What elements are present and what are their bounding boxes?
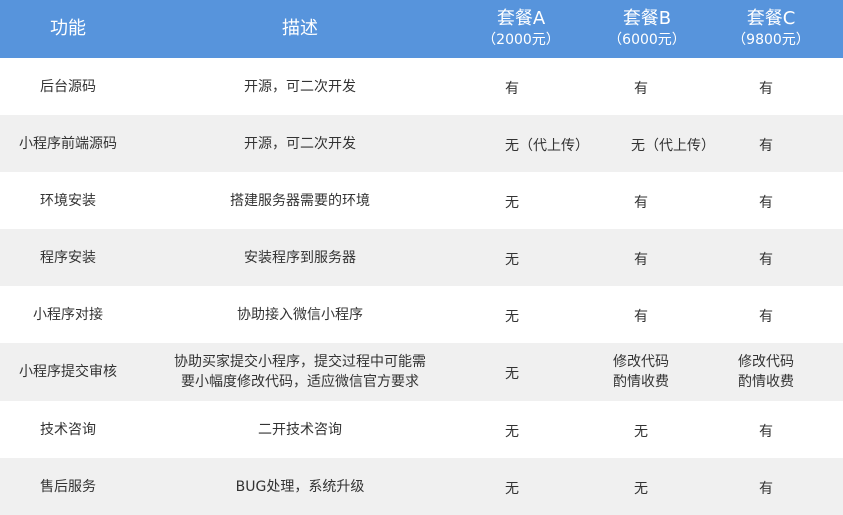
package-b-cell: 有 bbox=[586, 172, 696, 229]
package-a-cell-text: 无（代上传） bbox=[505, 137, 589, 154]
description-cell-text: 开源，可二次开发 bbox=[244, 135, 356, 152]
package-c-cell: 修改代码 酌情收费 bbox=[711, 343, 821, 401]
package-b-price: （6000元） bbox=[608, 32, 686, 48]
description-cell: 安装程序到服务器 bbox=[136, 229, 464, 286]
table-row: 后台源码 开源，可二次开发 有 有 有 bbox=[0, 58, 843, 115]
package-c-cell-text: 修改代码 bbox=[738, 354, 794, 370]
table-row: 程序安装 安装程序到服务器 无 有 有 bbox=[0, 229, 843, 286]
description-cell: 开源，可二次开发 bbox=[136, 115, 464, 172]
package-a-cell-text: 无 bbox=[505, 480, 519, 497]
feature-cell-text: 程序安装 bbox=[40, 249, 96, 266]
package-c-name: 套餐C bbox=[746, 8, 796, 29]
feature-cell: 程序安装 bbox=[0, 229, 136, 286]
package-c-cell-text: 有 bbox=[759, 80, 773, 97]
description-cell-text: 二开技术咨询 bbox=[258, 421, 342, 438]
package-b-cell: 有 bbox=[586, 229, 696, 286]
header-feature-label: 功能 bbox=[50, 18, 86, 39]
feature-cell: 小程序前端源码 bbox=[0, 115, 136, 172]
description-cell-text: 协助买家提交小程序，提交过程中可能需 bbox=[174, 354, 426, 370]
feature-cell-text: 技术咨询 bbox=[40, 421, 96, 438]
header-package-b: 套餐B （6000元） bbox=[590, 0, 704, 58]
feature-cell-text: 小程序提交审核 bbox=[19, 364, 117, 380]
pricing-table: 功能 描述 套餐A （2000元） 套餐B （6000元） 套餐C （9800元… bbox=[0, 0, 843, 515]
package-b-cell: 有 bbox=[586, 58, 696, 115]
description-cell: 二开技术咨询 bbox=[136, 401, 464, 458]
feature-cell-text: 后台源码 bbox=[40, 78, 96, 95]
description-cell-text: 安装程序到服务器 bbox=[244, 249, 356, 266]
description-cell-text: 开源，可二次开发 bbox=[244, 78, 356, 95]
package-a-cell: 无（代上传） bbox=[505, 115, 635, 172]
package-a-cell-text: 无 bbox=[505, 423, 519, 440]
package-b-cell-text: 有 bbox=[634, 80, 648, 97]
table-row: 小程序提交审核 协助买家提交小程序，提交过程中可能需 要小幅度修改代码，适应微信官方… bbox=[0, 343, 843, 401]
description-cell: 开源，可二次开发 bbox=[136, 58, 464, 115]
package-b-cell-text: 有 bbox=[634, 251, 648, 268]
package-b-cell: 有 bbox=[586, 286, 696, 343]
feature-cell: 小程序提交审核 bbox=[0, 343, 136, 401]
package-a-name: 套餐A bbox=[496, 8, 546, 29]
package-b-cell: 无 bbox=[586, 458, 696, 515]
description-cell-text: 要小幅度修改代码，适应微信官方要求 bbox=[181, 374, 419, 390]
table-row: 环境安装 搭建服务器需要的环境 无 有 有 bbox=[0, 172, 843, 229]
table-row: 小程序前端源码 开源，可二次开发 无（代上传） 无（代上传） 有 bbox=[0, 115, 843, 172]
description-cell: 协助买家提交小程序，提交过程中可能需 要小幅度修改代码，适应微信官方要求 bbox=[136, 343, 464, 401]
package-b-cell: 修改代码 酌情收费 bbox=[586, 343, 696, 401]
package-b-cell-text: 修改代码 bbox=[613, 354, 669, 370]
table-row: 小程序对接 协助接入微信小程序 无 有 有 bbox=[0, 286, 843, 343]
feature-cell-text: 售后服务 bbox=[40, 478, 96, 495]
description-cell: BUG处理，系统升级 bbox=[136, 458, 464, 515]
description-cell-text: 搭建服务器需要的环境 bbox=[230, 192, 370, 209]
package-c-cell: 有 bbox=[711, 172, 821, 229]
header-package-c: 套餐C （9800元） bbox=[714, 0, 828, 58]
package-c-cell-text: 有 bbox=[759, 194, 773, 211]
header-feature: 功能 bbox=[0, 0, 136, 58]
header-description: 描述 bbox=[136, 0, 464, 58]
package-a-cell-text: 有 bbox=[505, 80, 519, 97]
package-c-cell: 有 bbox=[711, 115, 821, 172]
package-b-cell-text: 无 bbox=[634, 480, 648, 497]
package-c-cell-text: 有 bbox=[759, 137, 773, 154]
table-header: 功能 描述 套餐A （2000元） 套餐B （6000元） 套餐C （9800元… bbox=[0, 0, 843, 58]
package-b-cell-text: 有 bbox=[634, 308, 648, 325]
package-b-cell-text: 无 bbox=[634, 423, 648, 440]
package-c-cell-text: 酌情收费 bbox=[738, 374, 794, 390]
feature-cell-text: 环境安装 bbox=[40, 192, 96, 209]
package-c-cell-text: 有 bbox=[759, 480, 773, 497]
package-c-cell: 有 bbox=[711, 58, 821, 115]
package-c-cell-text: 有 bbox=[759, 423, 773, 440]
package-c-cell: 有 bbox=[711, 229, 821, 286]
package-a-cell-text: 无 bbox=[505, 194, 519, 211]
feature-cell-text: 小程序对接 bbox=[33, 306, 103, 323]
package-b-cell: 无 bbox=[586, 401, 696, 458]
feature-cell: 售后服务 bbox=[0, 458, 136, 515]
package-c-cell: 有 bbox=[711, 286, 821, 343]
package-c-cell: 有 bbox=[711, 401, 821, 458]
feature-cell: 后台源码 bbox=[0, 58, 136, 115]
package-c-cell: 有 bbox=[711, 458, 821, 515]
header-description-label: 描述 bbox=[282, 18, 318, 39]
table-row: 售后服务 BUG处理，系统升级 无 无 有 bbox=[0, 458, 843, 515]
package-a-price: （2000元） bbox=[482, 32, 560, 48]
feature-cell: 环境安装 bbox=[0, 172, 136, 229]
table-row: 技术咨询 二开技术咨询 无 无 有 bbox=[0, 401, 843, 458]
package-b-cell-text: 无（代上传） bbox=[631, 137, 715, 154]
description-cell-text: BUG处理，系统升级 bbox=[235, 478, 365, 495]
description-cell: 搭建服务器需要的环境 bbox=[136, 172, 464, 229]
package-c-cell-text: 有 bbox=[759, 251, 773, 268]
feature-cell-text: 小程序前端源码 bbox=[19, 135, 117, 152]
feature-cell: 技术咨询 bbox=[0, 401, 136, 458]
package-a-cell-text: 无 bbox=[505, 251, 519, 268]
description-cell-text: 协助接入微信小程序 bbox=[237, 306, 363, 323]
package-b-cell-text: 酌情收费 bbox=[613, 374, 669, 390]
package-a-cell-text: 无 bbox=[505, 308, 519, 325]
package-a-cell-text: 无 bbox=[505, 366, 519, 382]
header-package-a: 套餐A （2000元） bbox=[464, 0, 578, 58]
package-b-cell-text: 有 bbox=[634, 194, 648, 211]
description-cell: 协助接入微信小程序 bbox=[136, 286, 464, 343]
package-b-name: 套餐B bbox=[622, 8, 672, 29]
feature-cell: 小程序对接 bbox=[0, 286, 136, 343]
package-c-price: （9800元） bbox=[732, 32, 810, 48]
package-c-cell-text: 有 bbox=[759, 308, 773, 325]
